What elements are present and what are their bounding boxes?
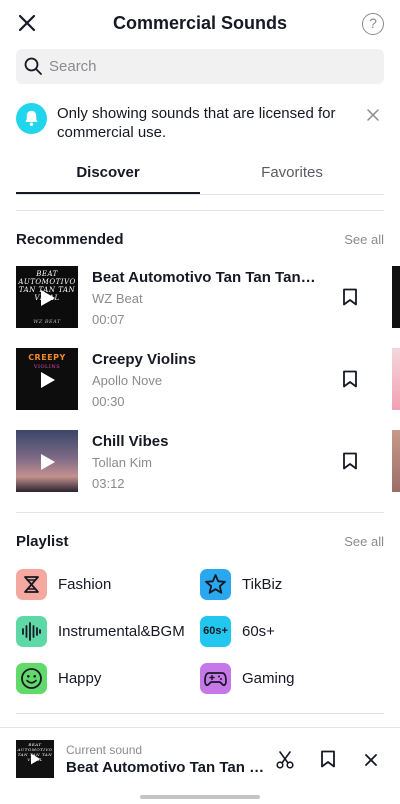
next-column-cover[interactable]: [392, 430, 400, 492]
track-item[interactable]: CREEPY VIOLINS Creepy Violins Apollo Nov…: [16, 348, 376, 411]
playlist-item-gaming[interactable]: Gaming: [200, 663, 380, 695]
play-icon: [41, 290, 55, 306]
play-icon: [41, 372, 55, 388]
playlist-item-happy[interactable]: Happy: [16, 663, 196, 695]
see-all-link[interactable]: See all: [344, 232, 384, 247]
gamepad-icon: [200, 663, 231, 694]
track-cover[interactable]: BEAT AUTOMOTIVO TAN TAN TAN VIRAL WZ BEA…: [16, 266, 78, 328]
cover-text: CREEPY: [28, 353, 66, 362]
play-icon: [31, 753, 41, 765]
playlist-header: Playlist See all: [16, 533, 384, 553]
tab-divider: [16, 194, 384, 195]
track-item[interactable]: Chill Vibes Tollan Kim 03:12: [16, 430, 376, 493]
bookmark-icon[interactable]: [342, 288, 358, 306]
next-column-cover[interactable]: [392, 348, 400, 410]
track-item[interactable]: BEAT AUTOMOTIVO TAN TAN TAN VIRAL WZ BEA…: [16, 266, 376, 329]
section-divider: [16, 512, 384, 513]
playlist-label: Gaming: [242, 670, 295, 687]
track-title: Creepy Violins: [92, 351, 196, 368]
notice-text: Only showing sounds that are licensed fo…: [57, 105, 336, 141]
see-all-link[interactable]: See all: [344, 534, 384, 549]
playlist-item-tikbiz[interactable]: TikBiz: [200, 569, 380, 601]
home-indicator: [140, 795, 260, 799]
waveform-icon: [16, 616, 47, 647]
playlist-item-fashion[interactable]: Fashion: [16, 569, 196, 601]
bookmark-icon[interactable]: [320, 750, 336, 768]
track-cover[interactable]: CREEPY VIOLINS: [16, 348, 78, 410]
current-sound-bar: BEAT AUTOMOTIVO TAN TAN TAN VIRAL Curren…: [0, 727, 400, 804]
track-artist: Tollan Kim: [92, 455, 152, 470]
track-duration: 00:07: [92, 312, 125, 327]
search-placeholder: Search: [49, 58, 97, 75]
playlist-label: Fashion: [58, 576, 112, 593]
playlist-item-60s[interactable]: 60s+ 60s+: [200, 616, 380, 648]
playlist-item-instrumental[interactable]: Instrumental&BGM: [16, 616, 196, 648]
track-duration: 03:12: [92, 476, 125, 491]
section-divider: [16, 210, 384, 211]
tab-bar: Discover Favorites: [16, 156, 384, 196]
bell-icon: [16, 103, 47, 134]
section-divider: [16, 713, 384, 714]
track-title: Chill Vibes: [92, 433, 169, 450]
search-icon: [24, 57, 42, 75]
track-artist: Apollo Nove: [92, 373, 163, 388]
60s-icon: 60s+: [200, 616, 231, 647]
dismiss-notice-icon[interactable]: [366, 108, 380, 122]
section-title: Playlist: [16, 533, 69, 550]
section-title: Recommended: [16, 231, 124, 248]
track-artist: WZ Beat: [92, 291, 143, 306]
page-title: Commercial Sounds: [112, 13, 288, 33]
header: Commercial Sounds ?: [0, 0, 400, 46]
current-sound-name: Beat Automotivo Tan Tan Tan Viral: [66, 759, 266, 776]
cover-subtext: VIOLINS: [33, 364, 61, 370]
close-icon[interactable]: [364, 753, 378, 767]
playlist-label: 60s+: [242, 623, 275, 640]
tab-discover[interactable]: Discover: [16, 164, 200, 181]
track-title: Beat Automotivo Tan Tan Tan ...: [92, 269, 317, 286]
current-sound-label: Current sound: [66, 743, 143, 757]
star-icon: [200, 569, 231, 600]
bookmark-icon[interactable]: [342, 452, 358, 470]
playlist-label: TikBiz: [242, 576, 283, 593]
recommended-header: Recommended See all: [16, 231, 384, 251]
playlist-label: Happy: [58, 670, 102, 687]
cover-footer: WZ BEAT: [33, 319, 61, 325]
playlist-label: Instrumental&BGM: [58, 623, 185, 640]
bookmark-icon[interactable]: [342, 370, 358, 388]
license-notice: Only showing sounds that are licensed fo…: [16, 100, 384, 144]
fashion-icon: [16, 569, 47, 600]
help-icon[interactable]: ?: [362, 13, 384, 35]
smiley-icon: [16, 663, 47, 694]
scissors-icon[interactable]: [275, 750, 295, 770]
search-input[interactable]: Search: [16, 49, 384, 84]
current-sound-cover[interactable]: BEAT AUTOMOTIVO TAN TAN TAN VIRAL: [16, 740, 54, 778]
track-cover[interactable]: [16, 430, 78, 492]
track-duration: 00:30: [92, 394, 125, 409]
next-column-cover[interactable]: [392, 266, 400, 328]
tab-favorites[interactable]: Favorites: [200, 164, 384, 181]
play-icon: [41, 454, 55, 470]
